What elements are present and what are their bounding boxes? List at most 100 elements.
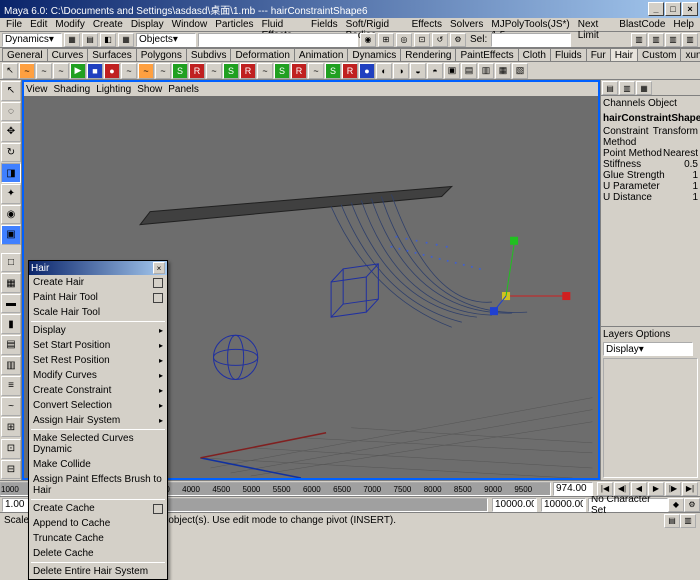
panel-btn-2[interactable]: ▥	[648, 33, 664, 47]
step-back-icon[interactable]: ◀|	[614, 482, 630, 496]
hair-menu-item[interactable]: Assign Paint Effects Brush to Hair	[29, 472, 167, 498]
vp-menu-show[interactable]: Show	[137, 84, 162, 95]
scale-handle-y[interactable]	[510, 237, 518, 245]
display-layer-dropdown[interactable]: Display ▾	[603, 342, 693, 356]
tab-painteffects[interactable]: PaintEffects	[455, 48, 518, 61]
shelf-icon-12[interactable]: ~	[308, 63, 324, 79]
shelf-icon-s1[interactable]: S	[172, 63, 188, 79]
snap-1-icon[interactable]: ◉	[360, 33, 376, 47]
attr-value[interactable]: 1	[692, 181, 698, 192]
go-end-icon[interactable]: ▶|	[682, 482, 698, 496]
shelf-icon-22[interactable]: ▧	[512, 63, 528, 79]
current-frame-field[interactable]	[553, 482, 593, 496]
shelf-icon-2[interactable]: ~	[19, 63, 35, 79]
shelf-icon-11[interactable]: ~	[257, 63, 273, 79]
menu-edit[interactable]: Edit	[26, 18, 51, 31]
soft-tool-icon[interactable]: ◉	[1, 205, 21, 225]
manip-tool-icon[interactable]: ✦	[1, 184, 21, 204]
menu-create[interactable]: Create	[89, 18, 127, 31]
shelf-icon-20[interactable]: ▥	[478, 63, 494, 79]
layer-tab-icon[interactable]: ▥	[619, 81, 635, 95]
hair-menu-item[interactable]: Display▸	[29, 323, 167, 338]
vp-menu-lighting[interactable]: Lighting	[96, 84, 131, 95]
tab-dynamics[interactable]: Dynamics	[347, 48, 401, 61]
menu-window[interactable]: Window	[168, 18, 212, 31]
tab-general[interactable]: General	[2, 48, 48, 61]
vp-menu-view[interactable]: View	[26, 84, 48, 95]
tab-surfaces[interactable]: Surfaces	[87, 48, 136, 61]
shelf-icon-3[interactable]: ~	[36, 63, 52, 79]
maximize-button[interactable]: □	[665, 2, 681, 16]
last-tool-icon[interactable]: ▣	[1, 225, 21, 245]
layout-outliner-icon[interactable]: ≡	[1, 376, 21, 396]
attr-value[interactable]: 0.5	[684, 159, 698, 170]
attr-tab-icon[interactable]: ▦	[636, 81, 652, 95]
layout-four-icon[interactable]: ▦	[1, 273, 21, 293]
rotate-tool-icon[interactable]: ↻	[1, 143, 21, 163]
snap-grid-icon[interactable]: ▦	[118, 33, 134, 47]
hair-menu-title[interactable]: Hair ×	[29, 261, 167, 275]
construct-icon[interactable]: ⚙	[450, 33, 466, 47]
hair-menu-item[interactable]: Set Rest Position▸	[29, 353, 167, 368]
close-button[interactable]: ×	[682, 2, 698, 16]
lasso-tool-icon[interactable]: ◌	[1, 102, 21, 122]
menu-fluid-effects[interactable]: Fluid Effects	[258, 18, 307, 31]
status-btn-3[interactable]: ◧	[100, 33, 116, 47]
shelf-icon-r2[interactable]: R	[240, 63, 256, 79]
shelf-icon-r1[interactable]: R	[189, 63, 205, 79]
shelf-icon-18[interactable]: ▣	[444, 63, 460, 79]
menu-help[interactable]: Help	[669, 18, 698, 31]
prefs-icon[interactable]: ⚙	[684, 498, 700, 512]
shelf-icon-21[interactable]: ▦	[495, 63, 511, 79]
play-icon[interactable]: ▶	[70, 63, 86, 79]
shelf-icon-r3[interactable]: R	[291, 63, 307, 79]
minimize-button[interactable]: _	[648, 2, 664, 16]
shelf-icon-14[interactable]: ◐	[376, 63, 392, 79]
menu-display[interactable]: Display	[127, 18, 168, 31]
shelf-icon-1[interactable]: ↖	[2, 63, 18, 79]
tab-subdivs[interactable]: Subdivs	[186, 48, 232, 61]
layer-list[interactable]	[603, 358, 698, 478]
hair-menu-item[interactable]: Paint Hair Tool	[29, 290, 167, 305]
status-btn-2[interactable]: ▤	[82, 33, 98, 47]
shelf-icon-s2[interactable]: S	[223, 63, 239, 79]
layout-3-icon[interactable]: ▤	[1, 335, 21, 355]
vp-menu-shading[interactable]: Shading	[54, 84, 91, 95]
menu-mjpolytools[interactable]: MJPolyTools(JS*) 1.5	[487, 18, 573, 31]
channel-node-name[interactable]: hairConstraintShape6	[601, 111, 700, 126]
tab-deformation[interactable]: Deformation	[230, 48, 294, 61]
layout-3b-icon[interactable]: ▥	[1, 356, 21, 376]
tab-rendering[interactable]: Rendering	[400, 48, 456, 61]
menu-next-limit[interactable]: Next Limit	[574, 18, 616, 31]
shelf-icon-8[interactable]: ~	[138, 63, 154, 79]
play-back-icon[interactable]: ◀	[631, 482, 647, 496]
shelf-icon-5[interactable]: ■	[87, 63, 103, 79]
layout-2h-icon[interactable]: ▬	[1, 294, 21, 314]
channel-tab-icon[interactable]: ▤	[602, 81, 618, 95]
hair-menu-item[interactable]: Set Start Position▸	[29, 338, 167, 353]
panel-btn-3[interactable]: ▥	[665, 33, 681, 47]
move-tool-icon[interactable]: ✥	[1, 122, 21, 142]
attr-value[interactable]: 1	[692, 170, 698, 181]
layout-single-icon[interactable]: □	[1, 253, 21, 273]
snap-2-icon[interactable]: ⊞	[378, 33, 394, 47]
shelf-icon-15[interactable]: ◑	[393, 63, 409, 79]
tab-custom[interactable]: Custom	[637, 48, 681, 61]
snap-4-icon[interactable]: ⊡	[414, 33, 430, 47]
charset-dropdown[interactable]: No Character Set	[588, 498, 668, 512]
shelf-icon-9[interactable]: ~	[155, 63, 171, 79]
shelf-icon-s4[interactable]: S	[325, 63, 341, 79]
menu-particles[interactable]: Particles	[211, 18, 257, 31]
select-tool-icon[interactable]: ↖	[1, 81, 21, 101]
shelf-icon-4[interactable]: ~	[53, 63, 69, 79]
snap-3-icon[interactable]: ◎	[396, 33, 412, 47]
hair-menu-item[interactable]: Delete Cache	[29, 546, 167, 561]
hair-menu-close-icon[interactable]: ×	[153, 262, 165, 274]
script-btn-2[interactable]: ▥	[680, 514, 696, 528]
status-btn-1[interactable]: ▦	[64, 33, 80, 47]
shelf-icon-19[interactable]: ▤	[461, 63, 477, 79]
hair-menu-item[interactable]: Create Hair	[29, 275, 167, 290]
tab-fluids[interactable]: Fluids	[550, 48, 587, 61]
tab-cloth[interactable]: Cloth	[518, 48, 551, 61]
ipr-icon[interactable]: ⊟	[1, 460, 21, 480]
